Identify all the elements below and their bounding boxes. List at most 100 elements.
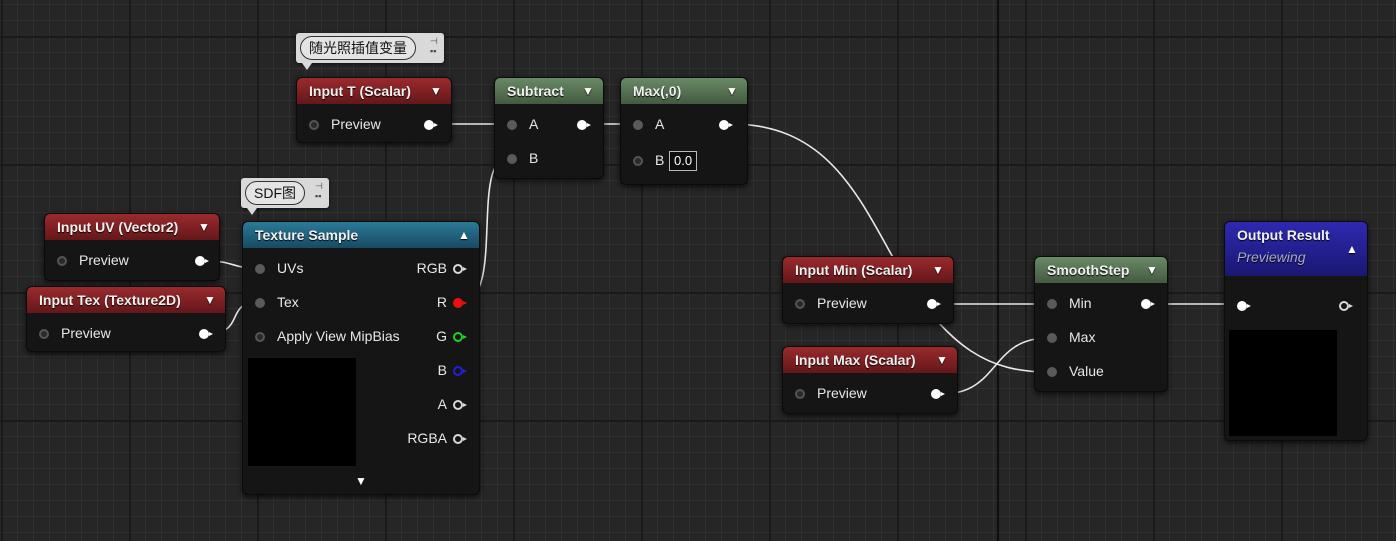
node-header[interactable]: SmoothStep ▼ [1035,257,1167,283]
pin-label: A [655,116,665,132]
node-header[interactable]: Output Result Previewing ▲ [1225,222,1367,276]
comment-bubble[interactable]: SDF图 ⊣ ▪▪ [241,178,329,215]
chevron-down-icon[interactable]: ▼ [1145,257,1159,283]
pin-mipbias-in[interactable] [255,332,265,342]
pin-a-out[interactable] [453,400,467,410]
pin-icon[interactable]: ⊣ ▪▪ [315,181,325,203]
node-input-max[interactable]: Input Max (Scalar) ▼ Preview [782,346,958,414]
pin-output[interactable] [927,299,941,309]
pin-rgb-out[interactable] [453,264,467,274]
comment-tail [302,63,312,70]
comment-tail [247,208,257,215]
pin-value-in[interactable] [1047,367,1057,377]
pin-min-in[interactable] [1047,299,1057,309]
node-input-uv[interactable]: Input UV (Vector2) ▼ Preview [44,213,220,281]
texture-preview [248,358,356,466]
pin-b-in[interactable] [507,154,517,164]
comment-bubble[interactable]: 随光照插值变量 ⊣ ▪▪ [296,33,444,70]
pin-a-in[interactable] [507,120,517,130]
pin-g-out[interactable] [453,332,467,342]
node-output-result[interactable]: Output Result Previewing ▲ [1224,221,1368,441]
node-input-tex[interactable]: Input Tex (Texture2D) ▼ Preview [26,286,226,352]
pin-uvs-in[interactable] [255,264,265,274]
pin-a-in[interactable] [633,120,643,130]
pin-label: Apply View MipBias [277,328,400,344]
pin-label: B [529,150,539,166]
chevron-down-icon[interactable]: ▼ [931,257,945,283]
chevron-down-icon[interactable]: ▼ [725,78,739,104]
node-title: SmoothStep [1047,262,1130,278]
pin-icon[interactable]: ⊣ ▪▪ [430,36,440,58]
pin-b-out[interactable] [453,366,467,376]
chevron-up-icon[interactable]: ▲ [1345,236,1359,262]
pin-b-in[interactable] [633,156,643,166]
node-input-t[interactable]: Input T (Scalar) ▼ Preview [296,77,452,143]
pin-label: B [437,362,447,378]
pin-label: R [436,294,447,310]
node-title: Input T (Scalar) [309,83,411,99]
node-header[interactable]: Input T (Scalar) ▼ [297,78,451,104]
pin-result-in[interactable] [1237,301,1251,311]
pin-preview-in[interactable] [795,299,805,309]
pin-preview-in[interactable] [57,256,67,266]
node-title: Texture Sample [255,227,359,243]
pin-preview-in[interactable] [309,120,319,130]
wire-max-smoothstep-value [730,123,1049,373]
chevron-down-icon[interactable]: ▼ [355,474,367,488]
b-value-field[interactable]: 0.0 [669,151,698,171]
pin-label: Preview [817,295,867,311]
pin-label: Min [1069,295,1092,311]
pin-output[interactable] [199,329,213,339]
node-title: Input Max (Scalar) [795,352,916,368]
node-texture-sample[interactable]: Texture Sample ▲ UVs Tex Apply View MipB… [242,221,480,495]
pin-label: Preview [817,385,867,401]
pin-label: G [436,328,447,344]
node-title: Input Min (Scalar) [795,262,913,278]
chevron-up-icon[interactable]: ▲ [457,222,471,248]
chevron-down-icon[interactable]: ▼ [429,78,443,104]
pin-rgba-out[interactable] [453,434,467,444]
node-input-min[interactable]: Input Min (Scalar) ▼ Preview [782,256,954,324]
pin-label: A [437,396,447,412]
chevron-down-icon[interactable]: ▼ [935,347,949,373]
comment-text: SDF图 [245,181,305,205]
node-header[interactable]: Input UV (Vector2) ▼ [45,214,219,240]
node-title: Input Tex (Texture2D) [39,292,181,308]
comment-text: 随光照插值变量 [300,36,416,60]
output-preview [1229,330,1337,436]
pin-preview-in[interactable] [795,389,805,399]
node-header[interactable]: Input Max (Scalar) ▼ [783,347,957,373]
node-header[interactable]: Input Min (Scalar) ▼ [783,257,953,283]
pin-preview-in[interactable] [39,329,49,339]
pin-r-out[interactable] [453,298,467,308]
pin-output[interactable] [577,120,591,130]
pin-output[interactable] [1141,299,1155,309]
chevron-down-icon[interactable]: ▼ [203,287,217,313]
pin-tex-in[interactable] [255,298,265,308]
pin-output[interactable] [195,256,209,266]
node-max[interactable]: Max(,0) ▼ A B 0.0 [620,77,748,185]
pin-max-in[interactable] [1047,333,1057,343]
node-title: Max(,0) [633,83,682,99]
node-header[interactable]: Subtract ▼ [495,78,603,104]
pin-output[interactable] [719,120,733,130]
pin-output[interactable] [931,389,945,399]
pin-label: Value [1069,363,1104,379]
pin-label: RGB [416,260,447,276]
node-header[interactable]: Texture Sample ▲ [243,222,479,248]
node-subtract[interactable]: Subtract ▼ A B [494,77,604,179]
node-header[interactable]: Max(,0) ▼ [621,78,747,104]
pin-label: Tex [277,294,299,310]
pin-label: UVs [277,260,304,276]
node-title: Subtract [507,83,564,99]
node-header[interactable]: Input Tex (Texture2D) ▼ [27,287,225,313]
pin-result-out[interactable] [1339,301,1353,311]
chevron-down-icon[interactable]: ▼ [197,214,211,240]
pin-label: Max [1069,329,1096,345]
chevron-down-icon[interactable]: ▼ [581,78,595,104]
pin-label: Preview [331,116,381,132]
pin-label: Preview [79,252,129,268]
pin-output[interactable] [424,120,438,130]
node-smoothstep[interactable]: SmoothStep ▼ Min Max Value [1034,256,1168,392]
pin-label: RGBA [407,430,447,446]
